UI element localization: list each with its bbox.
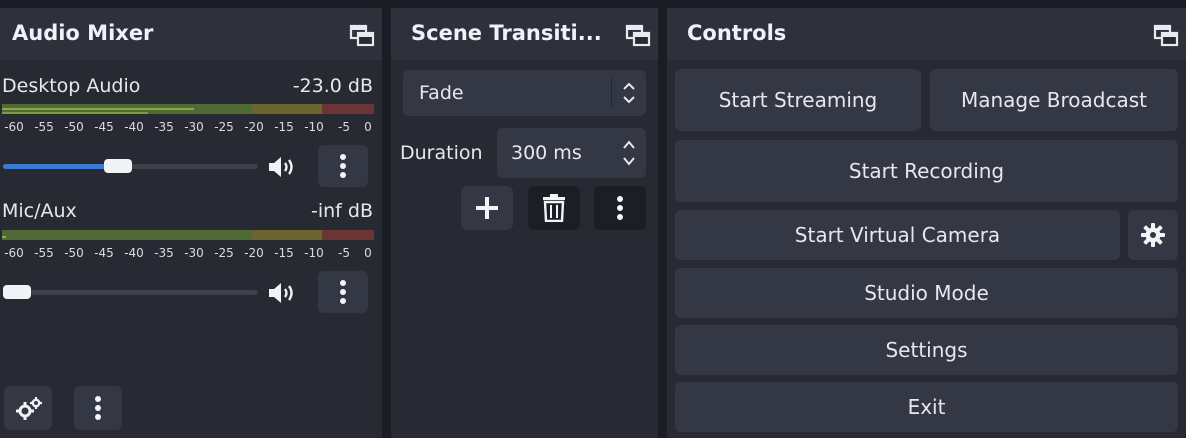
channel-level-mic-aux: -inf dB (310, 200, 373, 222)
kebab-icon (617, 196, 623, 220)
scene-transitions-title: Scene Transiti... (411, 21, 602, 45)
audio-mixer-header: Audio Mixer (0, 8, 382, 60)
meter-tick: -45 (94, 246, 114, 260)
meter-tick: -20 (244, 246, 264, 260)
meter-scale-desktop-audio: -60 -55 -50 -45 -40 -35 -30 -25 -20 -15 … (2, 120, 376, 140)
virtual-camera-settings-button[interactable] (1128, 210, 1178, 260)
up-down-arrows-icon[interactable] (622, 138, 636, 168)
speaker-icon[interactable] (267, 280, 297, 306)
remove-transition-button[interactable] (528, 186, 580, 230)
meter-tick: -30 (184, 120, 204, 134)
up-down-arrows-icon (623, 82, 635, 104)
studio-mode-label: Studio Mode (864, 281, 989, 305)
start-streaming-button[interactable]: Start Streaming (675, 69, 921, 131)
meter-tick: -50 (64, 120, 84, 134)
manage-broadcast-button[interactable]: Manage Broadcast (930, 69, 1178, 131)
gears-icon (16, 397, 42, 420)
transition-properties-menu-button[interactable] (594, 186, 646, 230)
gear-icon (1141, 223, 1165, 247)
volume-slider-desktop-audio[interactable] (3, 159, 258, 173)
volume-slider-handle[interactable] (103, 159, 132, 173)
desktop-audio-menu-button[interactable] (318, 145, 368, 187)
kebab-icon (95, 396, 101, 420)
meter-tick: -10 (304, 246, 324, 260)
meter-tick: -10 (304, 120, 324, 134)
transition-select[interactable]: Fade (403, 70, 646, 116)
trash-icon (543, 194, 565, 222)
add-transition-button[interactable] (461, 186, 513, 230)
meter-tick: -5 (338, 120, 350, 134)
meter-tick: -45 (94, 120, 114, 134)
meter-tick: -5 (338, 246, 350, 260)
settings-label: Settings (885, 338, 968, 362)
duration-value: 300 ms (511, 142, 582, 164)
controls-dock: Controls Start Streaming Manage Broadcas… (667, 8, 1186, 438)
duration-label: Duration (400, 142, 483, 164)
start-virtual-camera-label: Start Virtual Camera (794, 223, 1001, 247)
kebab-icon (340, 280, 346, 304)
scene-transitions-header: Scene Transiti... (391, 8, 658, 60)
settings-button[interactable]: Settings (675, 325, 1178, 375)
audio-mixer-title: Audio Mixer (12, 21, 154, 45)
meter-tick: -20 (244, 120, 264, 134)
meter-tick: -35 (154, 120, 174, 134)
volume-slider-fill (3, 164, 118, 169)
start-recording-button[interactable]: Start Recording (675, 140, 1178, 202)
meter-tick: -25 (214, 246, 234, 260)
combo-divider (611, 78, 612, 108)
meter-tick: -50 (64, 246, 84, 260)
scene-transitions-dock: Scene Transiti... Fade Duration 300 ms (391, 8, 658, 438)
start-recording-label: Start Recording (848, 159, 1005, 183)
start-streaming-label: Start Streaming (718, 88, 878, 112)
volume-meter-desktop-audio (2, 104, 374, 114)
kebab-icon (340, 154, 346, 178)
top-strip (0, 0, 1186, 8)
meter-tick: -60 (4, 120, 24, 134)
meter-tick: -25 (214, 120, 234, 134)
speaker-icon[interactable] (267, 154, 297, 180)
audio-mixer-dock: Audio Mixer Desktop Audio -23.0 dB -60 -… (0, 8, 382, 438)
volume-slider-mic-aux[interactable] (3, 285, 258, 299)
plus-icon (476, 197, 498, 219)
volume-meter-mic-aux (2, 230, 374, 240)
exit-button[interactable]: Exit (675, 382, 1178, 432)
undock-icon[interactable] (349, 24, 375, 48)
meter-tick: -55 (34, 120, 54, 134)
mic-aux-menu-button[interactable] (318, 271, 368, 313)
meter-tick: -40 (124, 120, 144, 134)
meter-tick: 0 (364, 246, 372, 260)
meter-tick: -55 (34, 246, 54, 260)
meter-tick: -40 (124, 246, 144, 260)
controls-header: Controls (667, 8, 1186, 60)
undock-icon[interactable] (625, 24, 651, 48)
channel-name-mic-aux: Mic/Aux (2, 200, 77, 222)
exit-label: Exit (907, 395, 946, 419)
meter-tick: 0 (364, 120, 372, 134)
audio-mixer-menu-button[interactable] (74, 386, 122, 430)
transition-select-value: Fade (419, 82, 464, 104)
advanced-audio-properties-button[interactable] (4, 386, 52, 430)
manage-broadcast-label: Manage Broadcast (960, 88, 1147, 112)
duration-spinbox[interactable]: 300 ms (497, 128, 646, 178)
controls-title: Controls (687, 21, 787, 45)
meter-tick: -35 (154, 246, 174, 260)
meter-tick: -30 (184, 246, 204, 260)
start-virtual-camera-button[interactable]: Start Virtual Camera (675, 210, 1120, 260)
meter-tick: -60 (4, 246, 24, 260)
volume-slider-handle[interactable] (3, 285, 31, 299)
meter-scale-mic-aux: -60 -55 -50 -45 -40 -35 -30 -25 -20 -15 … (2, 246, 376, 266)
undock-icon[interactable] (1153, 24, 1179, 48)
channel-name-desktop-audio: Desktop Audio (2, 75, 141, 97)
studio-mode-button[interactable]: Studio Mode (675, 268, 1178, 318)
meter-tick: -15 (274, 246, 294, 260)
meter-tick: -15 (274, 120, 294, 134)
channel-level-desktop-audio: -23.0 dB (292, 75, 373, 97)
